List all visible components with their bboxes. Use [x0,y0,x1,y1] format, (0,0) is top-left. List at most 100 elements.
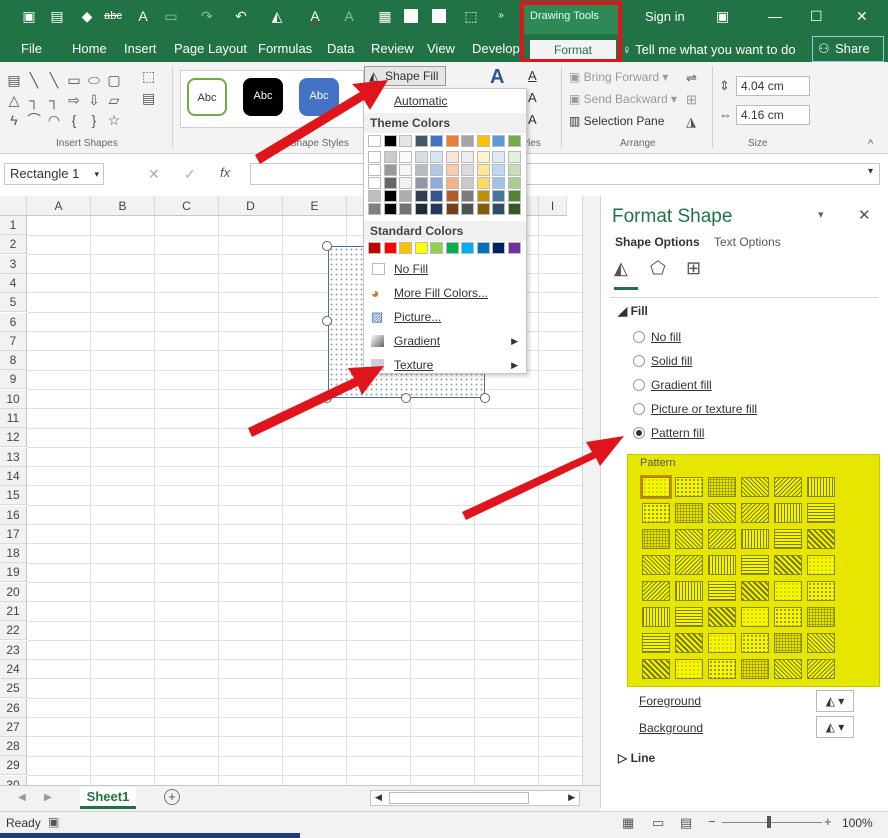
fill-section-header[interactable]: ◢ Fill [618,304,648,318]
pattern-swatch[interactable] [675,529,703,549]
line-section-header[interactable]: ▷ Line [618,751,655,765]
theme-color-swatch[interactable] [383,151,397,163]
column-header[interactable]: E [283,196,347,216]
theme-color-swatch[interactable] [383,190,397,202]
pattern-swatch[interactable] [640,475,672,499]
pattern-swatch[interactable] [807,503,835,523]
row-header[interactable]: 30 [0,775,27,785]
row-header[interactable]: 10 [0,389,27,409]
theme-color-swatch[interactable] [383,135,397,147]
pattern-swatch[interactable] [741,555,769,575]
row-header[interactable]: 25 [0,679,27,699]
row-header[interactable]: 2 [0,235,27,255]
tab-home[interactable]: Home [72,41,107,56]
row-header[interactable]: 11 [0,409,27,428]
style-preset[interactable]: Abc [299,78,339,116]
close-icon[interactable]: ✕ [856,8,868,25]
row-header[interactable]: 6 [0,312,27,332]
theme-color-swatch[interactable] [399,177,412,189]
text-fill-icon[interactable]: A [490,66,504,89]
menu-item-texture[interactable]: Texture ▶ [366,354,524,376]
resize-handle[interactable] [401,393,411,403]
macro-record-icon[interactable]: ▣ [48,815,59,829]
theme-color-swatch[interactable] [476,135,490,147]
pattern-swatch[interactable] [675,633,703,653]
theme-color-swatch[interactable] [399,151,412,163]
theme-color-swatch[interactable] [445,203,459,215]
add-sheet-icon[interactable]: + [164,789,180,805]
row-header[interactable]: 27 [0,717,27,737]
print-preview-icon[interactable]: ▦ [376,7,394,25]
theme-color-swatch[interactable] [461,151,474,163]
row-header[interactable]: 13 [0,447,27,467]
theme-color-swatch[interactable] [399,203,412,215]
arrow-down-icon[interactable]: ⇩ [84,90,104,110]
row-header[interactable]: 8 [0,351,27,371]
pattern-swatch[interactable] [642,633,670,653]
theme-color-swatch[interactable] [368,135,381,147]
brace-icon[interactable]: { [64,110,84,130]
scroll-left-icon[interactable]: ◀ [375,792,382,803]
row-header[interactable]: 3 [0,254,27,274]
theme-color-swatch[interactable] [368,164,381,176]
shape-fill-button[interactable]: ◭Shape Fill ▾ [364,66,446,101]
scroll-left-icon[interactable]: ◀ [18,792,26,803]
size-properties-icon[interactable]: ⊞ [686,258,701,279]
theme-color-swatch[interactable] [492,177,505,189]
theme-color-swatch[interactable] [461,203,474,215]
theme-color-swatch[interactable] [476,190,490,202]
enter-icon[interactable]: ✓ [184,166,196,183]
text-outline-icon[interactable]: A [528,90,537,105]
standard-color-swatch[interactable] [445,242,459,254]
normal-view-icon[interactable]: ▦ [622,815,634,831]
theme-color-swatch[interactable] [461,177,474,189]
pattern-swatch[interactable] [642,529,670,549]
theme-color-swatch[interactable] [507,190,521,202]
theme-color-swatch[interactable] [368,177,381,189]
pattern-swatch[interactable] [675,503,703,523]
row-header[interactable]: 24 [0,659,27,679]
column-header[interactable]: B [91,196,155,216]
pane-options-icon[interactable]: ▾ [818,208,824,221]
pattern-swatch[interactable] [774,555,802,575]
radio-solid-fill[interactable] [633,355,645,367]
row-header[interactable]: 18 [0,544,27,564]
standard-color-swatch[interactable] [507,242,521,254]
shape-width-field[interactable]: 4.16 cm [736,105,810,125]
style-preset[interactable]: Abc [243,78,283,116]
line-icon[interactable]: ╲ [24,70,44,90]
radio-gradient-fill[interactable] [633,379,645,391]
shape-icon[interactable]: A [340,7,358,25]
radio-picture-fill[interactable] [633,403,645,415]
maximize-icon[interactable]: ☐ [810,8,823,25]
pattern-swatch[interactable] [774,659,802,679]
selection-pane-button[interactable]: ▥ Selection Pane [569,114,664,128]
spelling-icon[interactable]: abc [104,7,122,25]
pattern-swatch[interactable] [774,477,802,497]
zoom-slider[interactable] [722,822,822,823]
theme-color-swatch[interactable] [492,135,505,147]
theme-color-swatch[interactable] [368,203,381,215]
row-header[interactable]: 26 [0,698,27,718]
theme-color-swatch[interactable] [368,151,381,163]
theme-color-swatch[interactable] [430,151,443,163]
menu-item-no-fill[interactable]: No Fill [366,258,524,280]
pattern-swatch[interactable] [774,503,802,523]
pattern-swatch[interactable] [708,555,736,575]
theme-color-swatch[interactable] [430,203,443,215]
arrow-right-icon[interactable]: ⇨ [64,90,84,110]
theme-color-swatch[interactable] [399,190,412,202]
standard-color-swatch[interactable] [399,242,412,254]
formula-input[interactable]: ▾ [250,163,880,185]
theme-color-swatch[interactable] [414,177,428,189]
column-header[interactable]: I [539,196,567,216]
row-header[interactable]: 19 [0,563,27,583]
textbox-icon[interactable]: ▤ [4,70,24,90]
theme-color-swatch[interactable] [507,203,521,215]
theme-color-swatch[interactable] [492,203,505,215]
chevron-down-icon[interactable]: ▾ [868,166,873,177]
theme-color-swatch[interactable] [445,177,459,189]
pattern-swatch[interactable] [708,503,736,523]
callout-icon[interactable]: ▱ [104,90,124,110]
theme-color-swatch[interactable] [368,190,381,202]
